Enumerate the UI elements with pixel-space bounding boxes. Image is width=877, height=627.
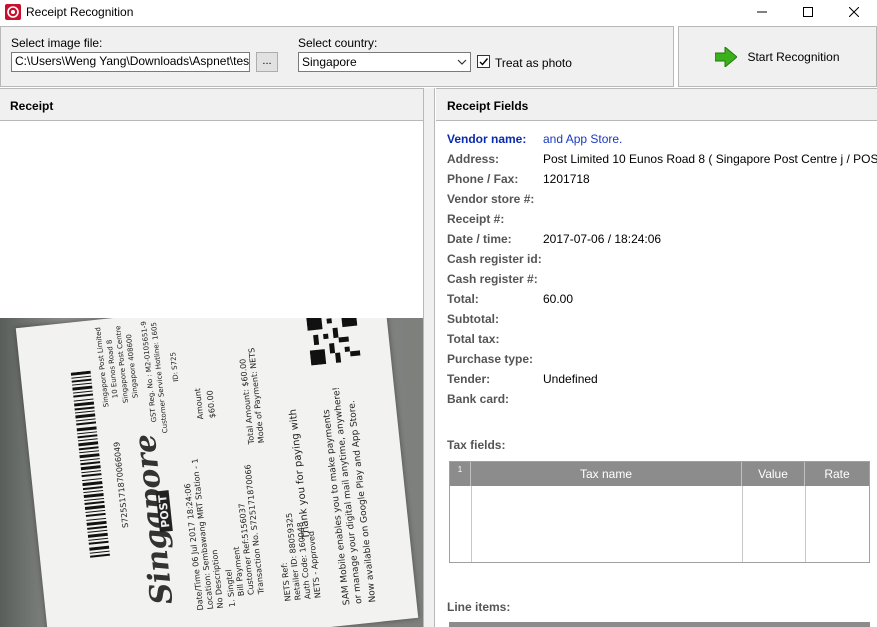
field-value: and App Store. xyxy=(543,132,623,146)
field-key: Bank card: xyxy=(447,392,510,406)
field-row-phone-fax[interactable]: Phone / Fax: 1201718 xyxy=(447,172,877,192)
image-path-input[interactable]: C:\Users\Weng Yang\Downloads\Aspnet\test… xyxy=(11,52,250,72)
field-row-tender[interactable]: Tender: Undefined xyxy=(447,372,877,392)
country-label: Select country: xyxy=(298,36,378,50)
options-toolbar: Select image file: C:\Users\Weng Yang\Do… xyxy=(0,26,674,87)
field-key: Date / time: xyxy=(447,232,512,246)
field-key: Cash register id: xyxy=(447,252,542,266)
line-items-title: Line items: xyxy=(447,600,511,614)
close-icon xyxy=(849,7,859,17)
field-row-receipt-number[interactable]: Receipt #: xyxy=(447,212,877,232)
field-value: 1201718 xyxy=(543,172,590,186)
field-key: Total tax: xyxy=(447,332,500,346)
tax-fields-table[interactable]: 1 Tax name Value Rate xyxy=(449,461,870,563)
field-key: Receipt #: xyxy=(447,212,505,226)
qr-code-icon xyxy=(306,318,362,366)
line-items-table-header xyxy=(449,622,870,627)
field-key: Vendor name: xyxy=(447,132,527,146)
field-value: 2017-07-06 / 18:24:06 xyxy=(543,232,662,246)
field-key: Purchase type: xyxy=(447,352,534,366)
receipt-logo: Singapore xyxy=(127,432,181,607)
tax-col-index[interactable]: 1 xyxy=(450,462,471,486)
tax-col-value[interactable]: Value xyxy=(742,462,805,486)
tax-column-divider xyxy=(805,486,806,562)
tax-col-rate[interactable]: Rate xyxy=(805,462,869,486)
check-icon xyxy=(479,58,489,66)
receipt-line: Amount xyxy=(193,387,206,420)
treat-as-photo-checkbox[interactable] xyxy=(477,55,490,68)
receipt-line: $60.00 xyxy=(205,389,218,419)
field-value: Undefined xyxy=(543,372,598,386)
field-key: Address: xyxy=(447,152,500,166)
country-select[interactable]: Singapore xyxy=(298,52,471,72)
receipt-line: ID: S725 xyxy=(169,351,181,383)
minimize-icon xyxy=(757,11,767,13)
receipt-fields-panel: Receipt Fields Vendor name: and App Stor… xyxy=(436,88,877,627)
field-row-cash-register-id[interactable]: Cash register id: xyxy=(447,252,877,272)
app-logo-icon xyxy=(5,4,21,20)
tax-fields-title: Tax fields: xyxy=(447,438,506,452)
field-row-total-tax[interactable]: Total tax: xyxy=(447,332,877,352)
start-recognition-label: Start Recognition xyxy=(747,49,840,64)
field-row-address[interactable]: Address: Post Limited 10 Eunos Road 8 ( … xyxy=(447,152,877,172)
receipt-photo: S725S171870066049 Singapore POST Singapo… xyxy=(0,318,423,627)
title-bar: Receipt Recognition xyxy=(0,0,877,24)
start-panel: Start Recognition xyxy=(678,26,877,87)
maximize-icon xyxy=(803,7,813,17)
receipt-fields-header: Receipt Fields xyxy=(436,88,877,121)
field-key: Subtotal: xyxy=(447,312,499,326)
field-row-date-time[interactable]: Date / time: 2017-07-06 / 18:24:06 xyxy=(447,232,877,252)
file-label: Select image file: xyxy=(11,36,103,50)
receipt-paper: S725S171870066049 Singapore POST Singapo… xyxy=(15,318,419,627)
minimize-button[interactable] xyxy=(739,0,785,24)
tax-column-divider xyxy=(471,486,472,562)
receipt-panel: Receipt S725S171870066049 Singapore POST… xyxy=(0,88,424,627)
country-value: Singapore xyxy=(302,55,357,69)
field-row-purchase-type[interactable]: Purchase type: xyxy=(447,352,877,372)
chevron-down-icon xyxy=(457,59,467,65)
browse-button[interactable]: ... xyxy=(256,52,278,72)
field-row-cash-register-number[interactable]: Cash register #: xyxy=(447,272,877,292)
treat-as-photo-label: Treat as photo xyxy=(495,56,572,70)
tax-column-divider xyxy=(742,486,743,562)
field-row-vendor-store[interactable]: Vendor store #: xyxy=(447,192,877,212)
tax-col-name[interactable]: Tax name xyxy=(471,462,742,486)
maximize-button[interactable] xyxy=(785,0,831,24)
start-recognition-button[interactable]: Start Recognition xyxy=(679,27,876,86)
panel-splitter[interactable] xyxy=(424,88,435,627)
field-row-bank-card[interactable]: Bank card: xyxy=(447,392,877,412)
field-key: Total: xyxy=(447,292,479,306)
receipt-panel-header: Receipt xyxy=(0,88,423,121)
field-key: Cash register #: xyxy=(447,272,538,286)
close-button[interactable] xyxy=(831,0,877,24)
tax-table-header: 1 Tax name Value Rate xyxy=(450,462,869,486)
field-key: Vendor store #: xyxy=(447,192,535,206)
field-key: Phone / Fax: xyxy=(447,172,519,186)
receipt-image-area[interactable]: S725S171870066049 Singapore POST Singapo… xyxy=(0,122,423,627)
field-row-vendor-name[interactable]: Vendor name: and App Store. xyxy=(447,132,877,152)
window-controls xyxy=(739,0,877,24)
field-row-total[interactable]: Total: 60.00 xyxy=(447,292,877,312)
field-value: 60.00 xyxy=(543,292,574,306)
field-value: Post Limited 10 Eunos Road 8 ( Singapore… xyxy=(543,152,877,166)
window-title: Receipt Recognition xyxy=(26,5,134,19)
barcode-number: S725S171870066049 xyxy=(112,441,131,529)
field-key: Tender: xyxy=(447,372,491,386)
green-arrow-icon xyxy=(715,46,738,67)
field-row-subtotal[interactable]: Subtotal: xyxy=(447,312,877,332)
